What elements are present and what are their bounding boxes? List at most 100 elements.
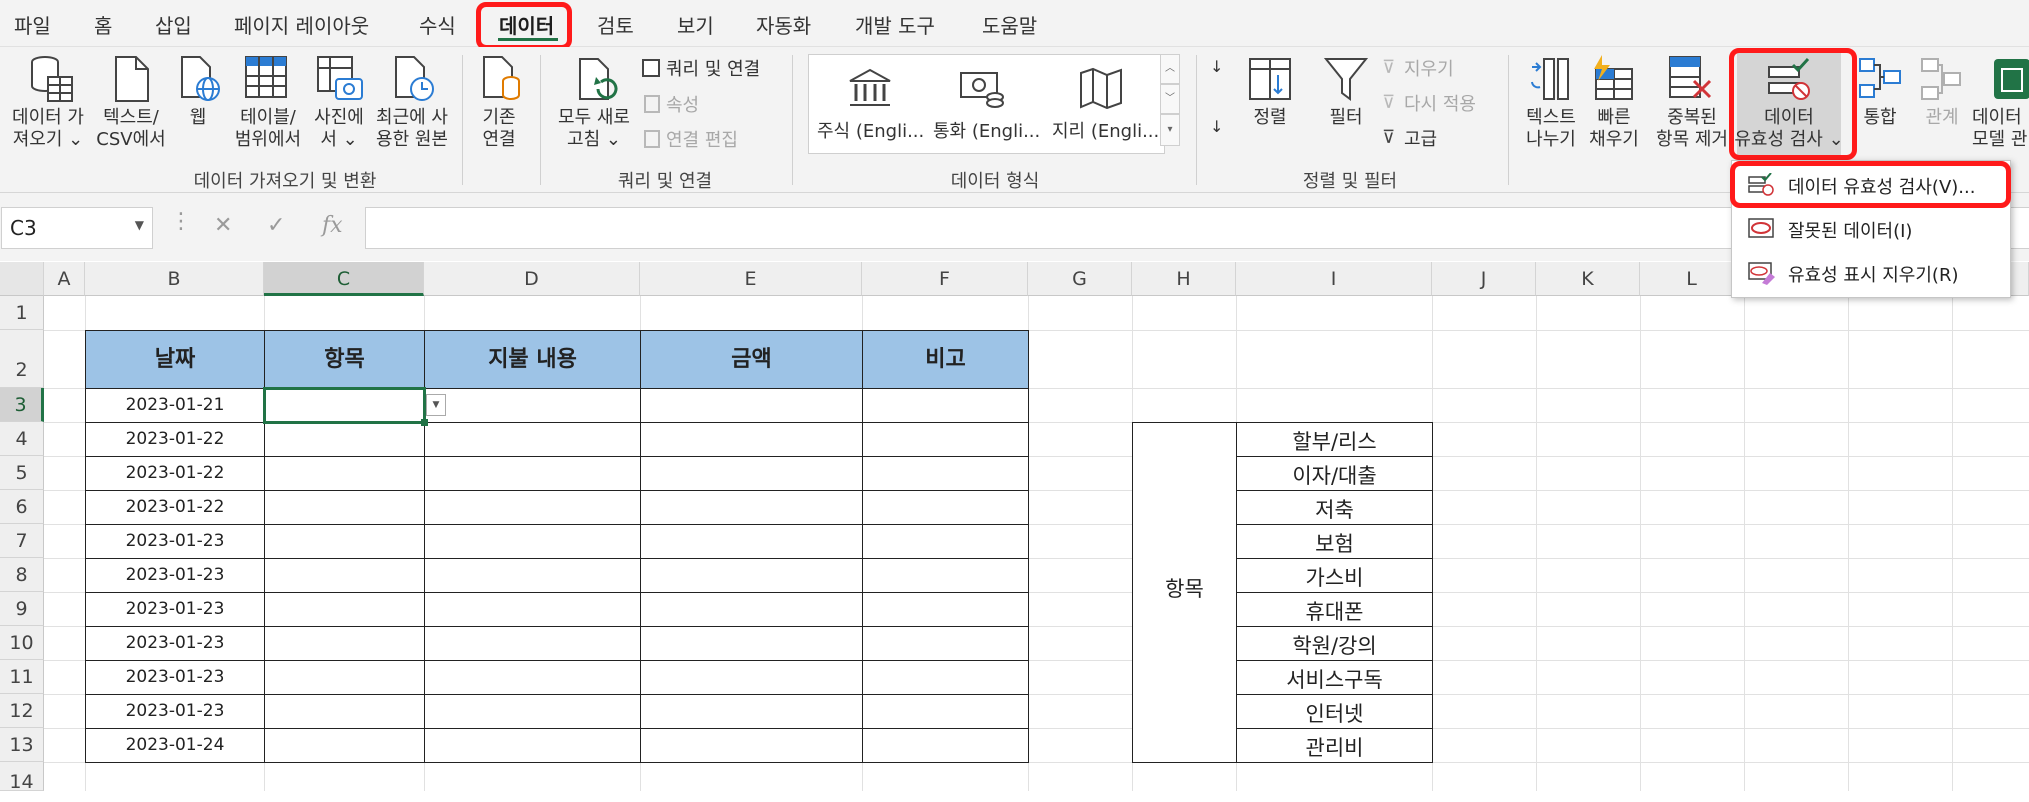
table-cell[interactable] <box>424 728 641 763</box>
category-item[interactable]: 보험 <box>1236 524 1433 559</box>
category-item[interactable]: 가스비 <box>1236 558 1433 593</box>
select-all-corner[interactable] <box>0 262 44 296</box>
enter-icon[interactable]: ✓ <box>267 213 285 238</box>
tab-automate[interactable]: 자동화 <box>756 10 811 39</box>
row-header-3[interactable]: 3 <box>0 388 44 422</box>
table-cell[interactable] <box>862 592 1029 627</box>
table-cell[interactable] <box>640 626 863 661</box>
more-options-icon[interactable]: ⋮ <box>170 209 192 234</box>
column-header-j[interactable]: J <box>1432 262 1536 296</box>
column-header-k[interactable]: K <box>1536 262 1640 296</box>
name-box[interactable]: C3 ▼ <box>1 207 153 249</box>
date-cell[interactable]: 2023-01-22 <box>85 456 265 491</box>
tab-view[interactable]: 보기 <box>677 10 714 39</box>
date-cell[interactable]: 2023-01-23 <box>85 660 265 695</box>
table-cell[interactable] <box>862 456 1029 491</box>
category-item[interactable]: 학원/강의 <box>1236 626 1433 661</box>
table-cell[interactable] <box>424 422 641 457</box>
row-header-8[interactable]: 8 <box>0 558 44 592</box>
column-header-i[interactable]: I <box>1236 262 1432 296</box>
table-cell[interactable] <box>862 558 1029 593</box>
table-cell[interactable] <box>264 524 425 559</box>
row-header-14[interactable]: 14 <box>0 762 44 793</box>
date-cell[interactable]: 2023-01-22 <box>85 422 265 457</box>
table-cell[interactable] <box>862 422 1029 457</box>
worksheet-grid[interactable]: A B C D E F G H I J K L 1 2 3 4 5 6 7 8 … <box>0 262 2029 793</box>
column-header-f[interactable]: F <box>862 262 1028 296</box>
table-cell[interactable] <box>862 660 1029 695</box>
table-cell[interactable] <box>424 456 641 491</box>
gallery-scroll-down-button[interactable]: ﹀ <box>1160 84 1180 114</box>
column-header-c[interactable]: C <box>264 262 424 296</box>
category-item[interactable]: 관리비 <box>1236 728 1433 763</box>
table-cell[interactable] <box>424 490 641 525</box>
tab-page-layout[interactable]: 페이지 레이아웃 <box>234 10 369 39</box>
date-cell[interactable]: 2023-01-23 <box>85 626 265 661</box>
tab-file[interactable]: 파일 <box>14 10 51 39</box>
column-header-d[interactable]: D <box>424 262 640 296</box>
row-header-9[interactable]: 9 <box>0 592 44 626</box>
menu-item-circle-invalid-data[interactable]: 잘못된 데이터(I) <box>1732 209 2010 247</box>
table-cell[interactable] <box>640 558 863 593</box>
table-cell[interactable] <box>640 388 863 423</box>
date-cell[interactable]: 2023-01-23 <box>85 558 265 593</box>
category-item[interactable]: 이자/대출 <box>1236 456 1433 491</box>
gallery-scroll-up-button[interactable]: ︿ <box>1160 54 1180 84</box>
table-cell[interactable] <box>862 388 1029 423</box>
table-cell[interactable] <box>264 558 425 593</box>
category-item[interactable]: 저축 <box>1236 490 1433 525</box>
row-header-2[interactable]: 2 <box>0 330 44 388</box>
row-header-5[interactable]: 5 <box>0 456 44 490</box>
table-cell[interactable] <box>862 694 1029 729</box>
insert-function-icon[interactable]: fx <box>322 213 343 238</box>
selected-cell-c3[interactable] <box>263 387 426 424</box>
table-cell[interactable] <box>264 728 425 763</box>
date-cell[interactable]: 2023-01-24 <box>85 728 265 763</box>
table-cell[interactable] <box>264 660 425 695</box>
row-header-10[interactable]: 10 <box>0 626 44 660</box>
date-cell[interactable]: 2023-01-23 <box>85 592 265 627</box>
tab-formulas[interactable]: 수식 <box>419 10 456 39</box>
date-cell[interactable]: 2023-01-23 <box>85 694 265 729</box>
name-box-dropdown-icon[interactable]: ▼ <box>135 218 144 232</box>
table-cell[interactable] <box>640 694 863 729</box>
category-item[interactable]: 휴대폰 <box>1236 592 1433 627</box>
table-cell[interactable] <box>264 456 425 491</box>
date-cell[interactable]: 2023-01-21 <box>85 388 265 423</box>
table-cell[interactable] <box>264 694 425 729</box>
table-cell[interactable] <box>862 626 1029 661</box>
column-header-e[interactable]: E <box>640 262 862 296</box>
cancel-icon[interactable]: ✕ <box>214 213 232 238</box>
list-dropdown-arrow-icon[interactable]: ▼ <box>426 394 446 416</box>
table-cell[interactable] <box>424 592 641 627</box>
table-cell[interactable] <box>640 592 863 627</box>
table-cell[interactable] <box>640 728 863 763</box>
table-cell[interactable] <box>424 558 641 593</box>
table-cell[interactable] <box>640 456 863 491</box>
table-cell[interactable] <box>862 524 1029 559</box>
row-header-12[interactable]: 12 <box>0 694 44 728</box>
tab-home[interactable]: 홈 <box>94 10 112 39</box>
menu-item-clear-validation-circles[interactable]: 유효성 표시 지우기(R) <box>1732 253 2010 291</box>
date-cell[interactable]: 2023-01-23 <box>85 524 265 559</box>
table-cell[interactable] <box>264 626 425 661</box>
row-header-7[interactable]: 7 <box>0 524 44 558</box>
fill-handle[interactable] <box>421 419 428 426</box>
table-cell[interactable] <box>640 660 863 695</box>
gallery-expand-button[interactable]: ▾ <box>1160 114 1180 146</box>
row-header-13[interactable]: 13 <box>0 728 44 762</box>
table-cell[interactable] <box>264 490 425 525</box>
table-cell[interactable] <box>640 524 863 559</box>
column-header-h[interactable]: H <box>1132 262 1236 296</box>
row-header-11[interactable]: 11 <box>0 660 44 694</box>
tab-developer[interactable]: 개발 도구 <box>855 10 935 39</box>
column-header-g[interactable]: G <box>1028 262 1132 296</box>
column-header-b[interactable]: B <box>85 262 264 296</box>
table-cell[interactable] <box>862 728 1029 763</box>
row-header-1[interactable]: 1 <box>0 296 44 330</box>
row-header-4[interactable]: 4 <box>0 422 44 456</box>
tab-insert[interactable]: 삽입 <box>155 10 192 39</box>
table-cell[interactable] <box>640 422 863 457</box>
table-cell[interactable] <box>424 388 641 423</box>
table-cell[interactable] <box>424 694 641 729</box>
